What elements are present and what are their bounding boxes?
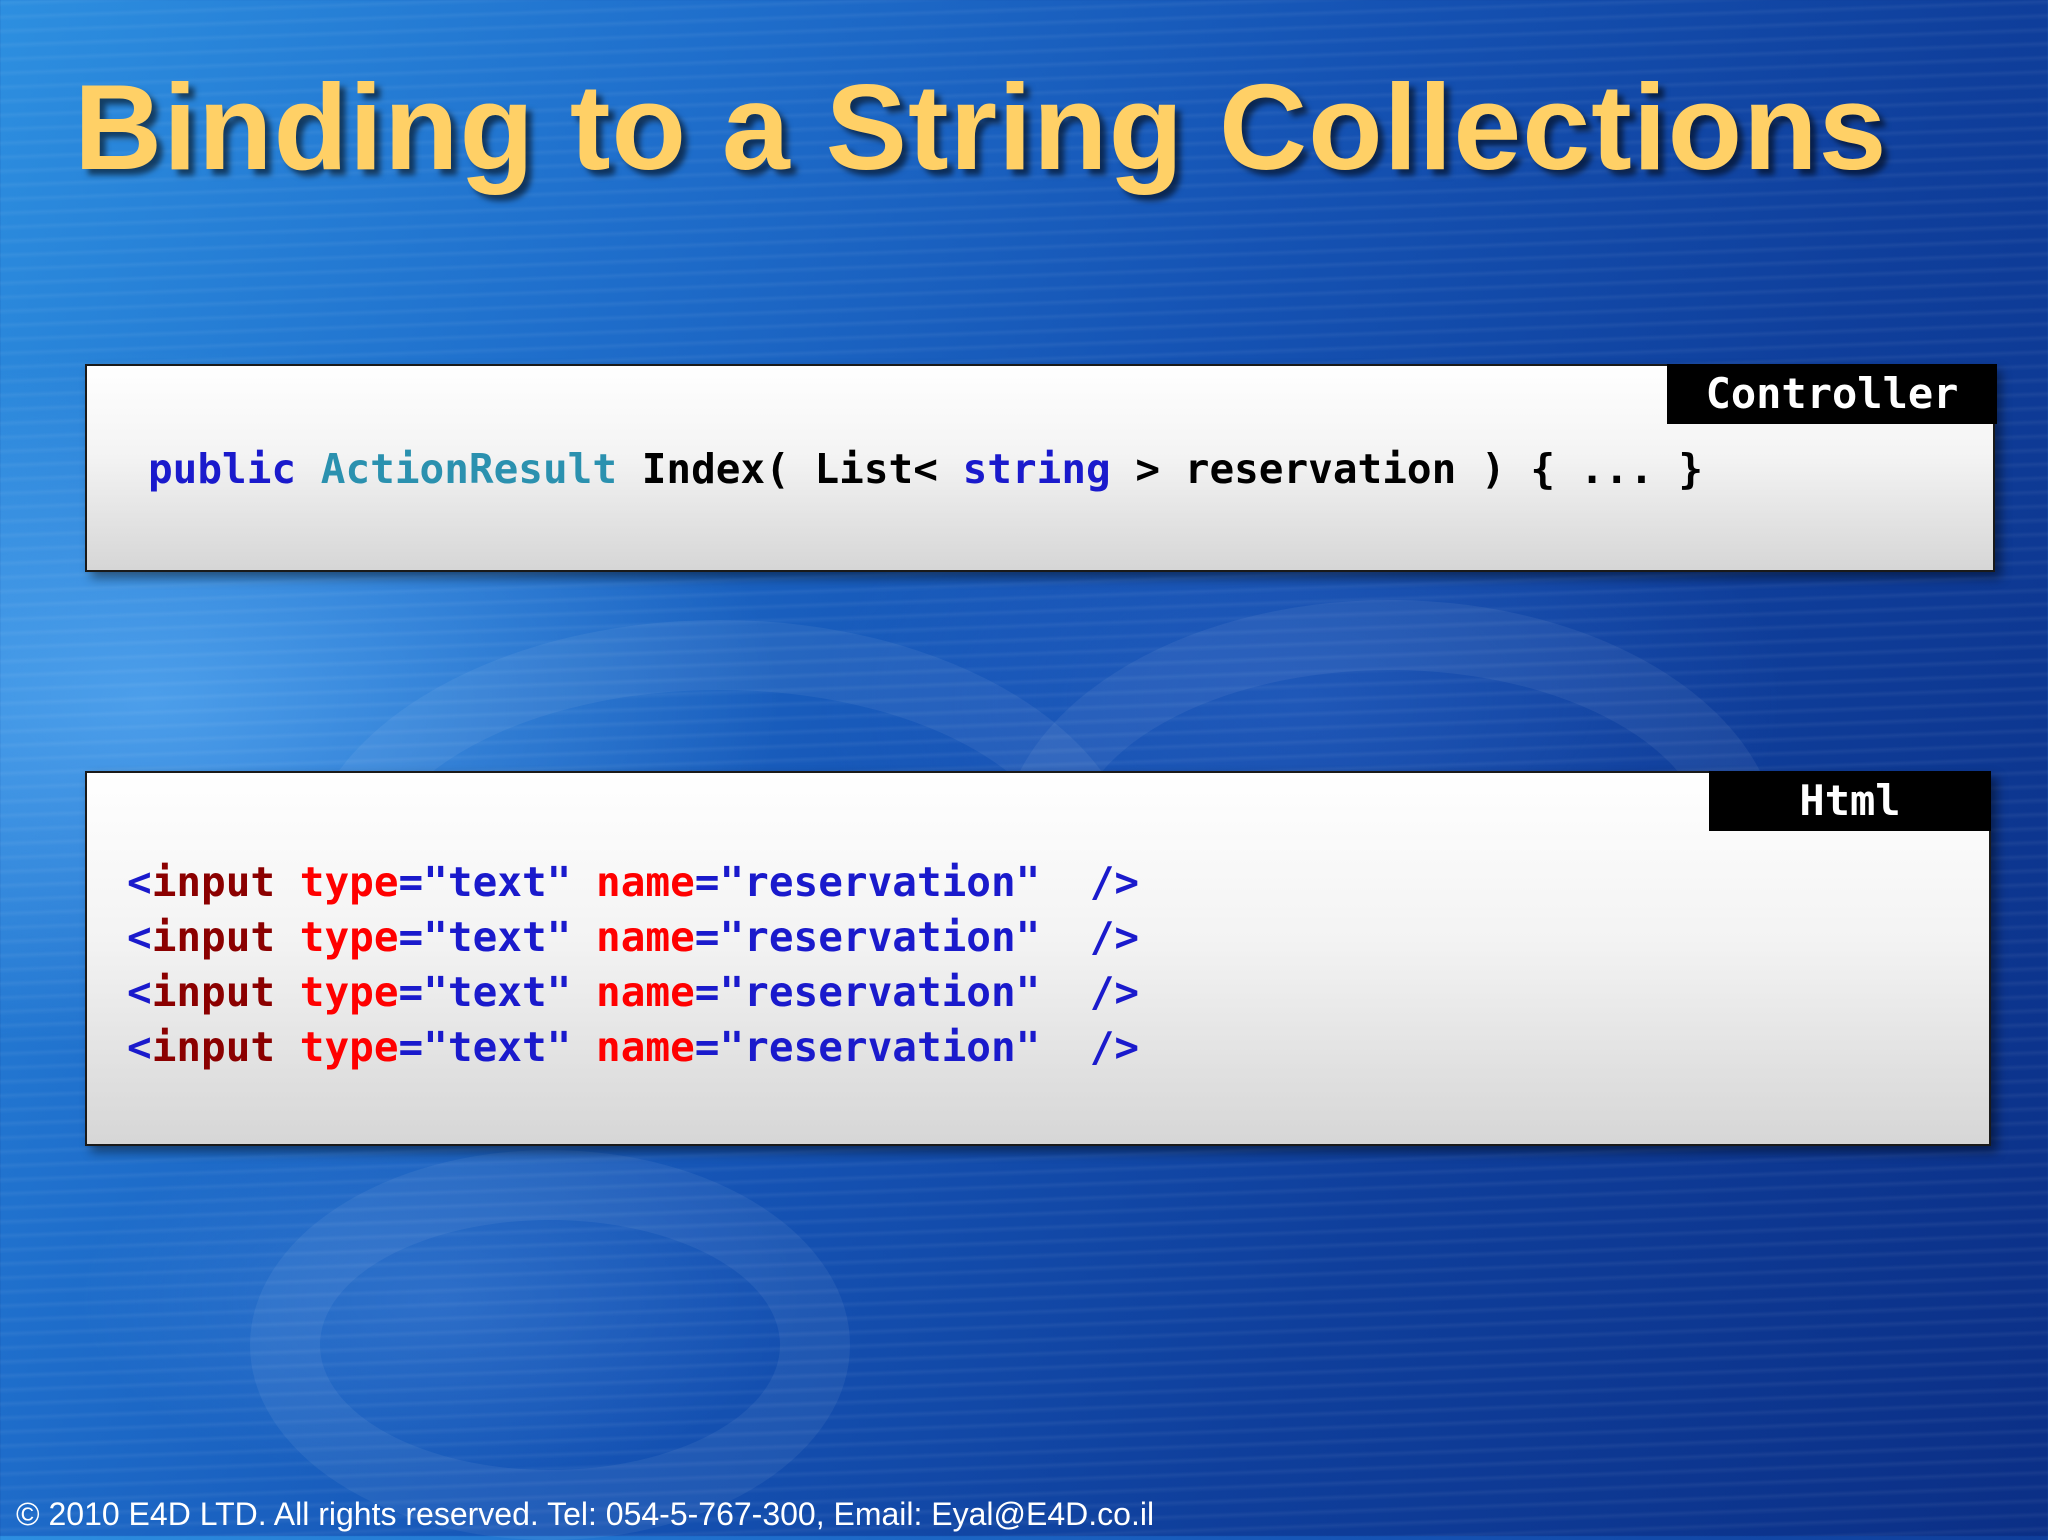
controller-code-box: Controller public ActionResult Index( Li… [85,364,1997,572]
code-element-name: input [151,858,276,906]
code-value-text: "text" [423,913,572,961]
code-keyword-string: string [962,445,1111,493]
code-equals: = [694,858,720,906]
code-tag-close: /> [1089,913,1140,961]
slide-title: Binding to a String Collections [74,59,1888,195]
code-value-reservation: "reservation" [719,1023,1041,1071]
code-attr-name: name [596,858,695,906]
code-element-name: input [151,913,276,961]
code-tag-close: /> [1089,1023,1140,1071]
watermark-logo-ring-bottom [250,1150,850,1540]
controller-code-line: public ActionResult Index( List< string … [148,442,1703,497]
code-tag-open: < [127,913,152,961]
code-element-name: input [151,968,276,1016]
code-equals: = [694,913,720,961]
code-text-index: Index( List< [617,445,963,493]
code-equals: = [398,968,424,1016]
code-attr-type: type [299,858,399,906]
code-equals: = [398,1023,424,1071]
code-element-name: input [151,1023,276,1071]
html-code-line: <input type="text" name="reservation" /> [127,1020,1139,1075]
html-code-lines: <input type="text" name="reservation" />… [127,855,1139,1075]
code-tag-close: /> [1089,968,1140,1016]
code-value-reservation: "reservation" [719,858,1041,906]
code-equals: = [694,968,720,1016]
code-attr-name: name [596,968,695,1016]
copyright-footer: © 2010 E4D LTD. All rights reserved. Tel… [16,1496,1155,1532]
code-attr-type: type [299,968,399,1016]
code-tag-open: < [127,1023,152,1071]
html-code-box: Html <input type="text" name="reservatio… [85,771,1991,1146]
code-attr-type: type [299,1023,399,1071]
code-tag-close: /> [1089,858,1140,906]
code-tag-open: < [127,968,152,1016]
code-equals: = [694,1023,720,1071]
code-equals: = [398,858,424,906]
code-value-reservation: "reservation" [719,968,1041,1016]
code-attr-name: name [596,913,695,961]
html-code-line: <input type="text" name="reservation" /> [127,965,1139,1020]
html-code-line: <input type="text" name="reservation" /> [127,910,1139,965]
code-value-text: "text" [423,858,572,906]
code-tag-open: < [127,858,152,906]
code-value-text: "text" [423,968,572,1016]
html-code-line: <input type="text" name="reservation" /> [127,855,1139,910]
background-streaks [0,0,2048,1536]
code-keyword-public: public [148,445,297,493]
code-equals: = [398,913,424,961]
code-value-text: "text" [423,1023,572,1071]
code-attr-type: type [299,913,399,961]
code-type-actionresult: ActionResult [320,445,618,493]
code-attr-name: name [596,1023,695,1071]
controller-label: Controller [1667,364,1997,424]
code-text-rest: > reservation ) { ... } [1110,445,1704,493]
code-value-reservation: "reservation" [719,913,1041,961]
html-label: Html [1709,771,1991,831]
